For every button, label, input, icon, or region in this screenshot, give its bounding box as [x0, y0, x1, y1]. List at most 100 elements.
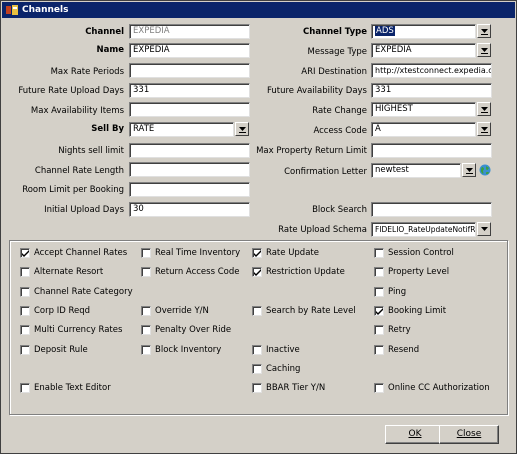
- multi-currency-rates-label: Multi Currency Rates: [34, 325, 123, 335]
- ping-label: Ping: [388, 287, 407, 297]
- access-code-field[interactable]: A: [371, 122, 476, 137]
- sell-by-dropdown-button[interactable]: [235, 122, 249, 136]
- checkbox-box[interactable]: [374, 325, 384, 335]
- checkbox-box[interactable]: [20, 248, 30, 258]
- name-field[interactable]: EXPEDIA: [129, 43, 250, 58]
- checkbox-box[interactable]: [252, 364, 262, 374]
- chevron-down-icon: [481, 127, 488, 133]
- close-button[interactable]: Close: [439, 425, 499, 444]
- checkbox-box[interactable]: [374, 267, 384, 277]
- chevron-down-icon: [481, 48, 488, 54]
- checkbox-box[interactable]: [374, 248, 384, 258]
- rate-change-dropdown-button[interactable]: [477, 102, 491, 116]
- chevron-down-icon: [239, 127, 246, 133]
- nights-sell-limit-field[interactable]: [129, 143, 250, 158]
- room-limit-per-booking-field[interactable]: [129, 182, 250, 197]
- initial-upload-days-label: Initial Upload Days: [44, 205, 124, 215]
- channel-type-label: Channel Type: [303, 27, 367, 37]
- rate-upload-schema-dropdown-button[interactable]: [477, 222, 491, 236]
- rate-upload-schema-field[interactable]: FIDELIO_RateUpdateNotifR...: [371, 222, 476, 237]
- name-label: Name: [96, 45, 124, 55]
- ari-destination-field[interactable]: http://xtestconnect.expedia.co: [371, 63, 492, 78]
- sell-by-field[interactable]: RATE: [129, 122, 234, 137]
- max-rate-periods-label: Max Rate Periods: [50, 67, 124, 77]
- return-access-code-label: Return Access Code: [155, 267, 240, 277]
- access-code-dropdown-button[interactable]: [477, 122, 491, 136]
- nights-sell-limit-label: Nights sell limit: [58, 146, 124, 156]
- checkbox-box[interactable]: [141, 325, 151, 335]
- app-icon: [6, 5, 18, 15]
- checkbox-box[interactable]: [20, 306, 30, 316]
- window-title: Channels: [22, 5, 69, 15]
- max-rate-periods-field[interactable]: [129, 63, 250, 78]
- confirmation-letter-dropdown-button[interactable]: [462, 163, 476, 177]
- alternate-resort-label: Alternate Resort: [34, 267, 104, 277]
- caching-label: Caching: [266, 364, 301, 374]
- bbar-tier-yn-label: BBAR Tier Y/N: [266, 383, 326, 393]
- checkbox-box[interactable]: [20, 267, 30, 277]
- inactive-label: Inactive: [266, 345, 300, 355]
- checkbox-box[interactable]: [141, 267, 151, 277]
- chevron-down-icon: [481, 107, 488, 113]
- deposit-rule-label: Deposit Rule: [34, 345, 88, 355]
- channels-window: Channels Channel Name Max Rate Periods F…: [0, 0, 517, 454]
- checkmark-icon: [376, 308, 383, 315]
- checkbox-box[interactable]: [141, 345, 151, 355]
- confirmation-letter-field[interactable]: newtest: [371, 163, 461, 178]
- message-type-dropdown-button[interactable]: [477, 43, 491, 57]
- rate-upload-schema-label: Rate Upload Schema: [278, 225, 367, 235]
- property-level-label: Property Level: [388, 267, 450, 277]
- block-search-label: Block Search: [312, 205, 367, 215]
- future-availability-days-field[interactable]: 331: [371, 83, 492, 98]
- checkbox-box[interactable]: [20, 287, 30, 297]
- channel-field[interactable]: EXPEDIA: [129, 24, 250, 39]
- globe-icon[interactable]: [479, 164, 491, 176]
- channel-type-value: ADS: [375, 26, 395, 36]
- chevron-down-icon: [481, 227, 488, 231]
- checkbox-box[interactable]: [20, 345, 30, 355]
- checkbox-box[interactable]: [252, 248, 262, 258]
- checkbox-box[interactable]: [252, 345, 262, 355]
- rate-change-field[interactable]: HIGHEST: [371, 102, 476, 117]
- checkbox-box[interactable]: [252, 306, 262, 316]
- block-inventory-label: Block Inventory: [155, 345, 222, 355]
- real-time-inventory-label: Real Time Inventory: [155, 248, 241, 258]
- max-property-return-limit-label: Max Property Return Limit: [256, 146, 367, 156]
- close-button-label: Close: [456, 429, 482, 439]
- checkbox-box[interactable]: [374, 287, 384, 297]
- message-type-field[interactable]: EXPEDIA: [371, 43, 476, 58]
- checkbox-box[interactable]: [374, 383, 384, 393]
- checkbox-box[interactable]: [20, 383, 30, 393]
- enable-text-editor-label: Enable Text Editor: [34, 383, 111, 393]
- checkbox-box[interactable]: [374, 306, 384, 316]
- max-availability-items-field[interactable]: [129, 102, 250, 117]
- message-type-label: Message Type: [307, 47, 367, 57]
- future-rate-upload-days-field[interactable]: 331: [129, 83, 250, 98]
- search-by-rate-level-label: Search by Rate Level: [266, 306, 356, 316]
- channel-type-field[interactable]: ADS: [371, 24, 476, 39]
- checkbox-box[interactable]: [252, 267, 262, 277]
- checkbox-box[interactable]: [20, 325, 30, 335]
- checkmark-icon: [254, 250, 261, 257]
- checkmark-icon: [22, 250, 29, 257]
- channel-rate-length-field[interactable]: [129, 162, 250, 177]
- resend-label: Resend: [388, 345, 420, 355]
- title-bar[interactable]: Channels: [2, 2, 515, 18]
- session-control-label: Session Control: [388, 248, 454, 258]
- initial-upload-days-field[interactable]: 30: [129, 202, 250, 217]
- restriction-update-label: Restriction Update: [266, 267, 345, 277]
- checkbox-box[interactable]: [141, 306, 151, 316]
- ok-button[interactable]: OK: [385, 425, 445, 444]
- confirmation-letter-label: Confirmation Letter: [284, 167, 367, 177]
- max-property-return-limit-field[interactable]: [371, 143, 492, 158]
- checkbox-box[interactable]: [141, 248, 151, 258]
- checkbox-box[interactable]: [252, 383, 262, 393]
- ok-button-label: OK: [408, 429, 422, 439]
- rate-update-label: Rate Update: [266, 248, 319, 258]
- block-search-field[interactable]: [371, 202, 492, 217]
- sell-by-label: Sell By: [91, 124, 124, 134]
- checkbox-box[interactable]: [374, 345, 384, 355]
- chevron-down-icon: [466, 168, 473, 174]
- channel-type-dropdown-button[interactable]: [477, 24, 491, 38]
- penalty-over-ride-label: Penalty Over Ride: [155, 325, 232, 335]
